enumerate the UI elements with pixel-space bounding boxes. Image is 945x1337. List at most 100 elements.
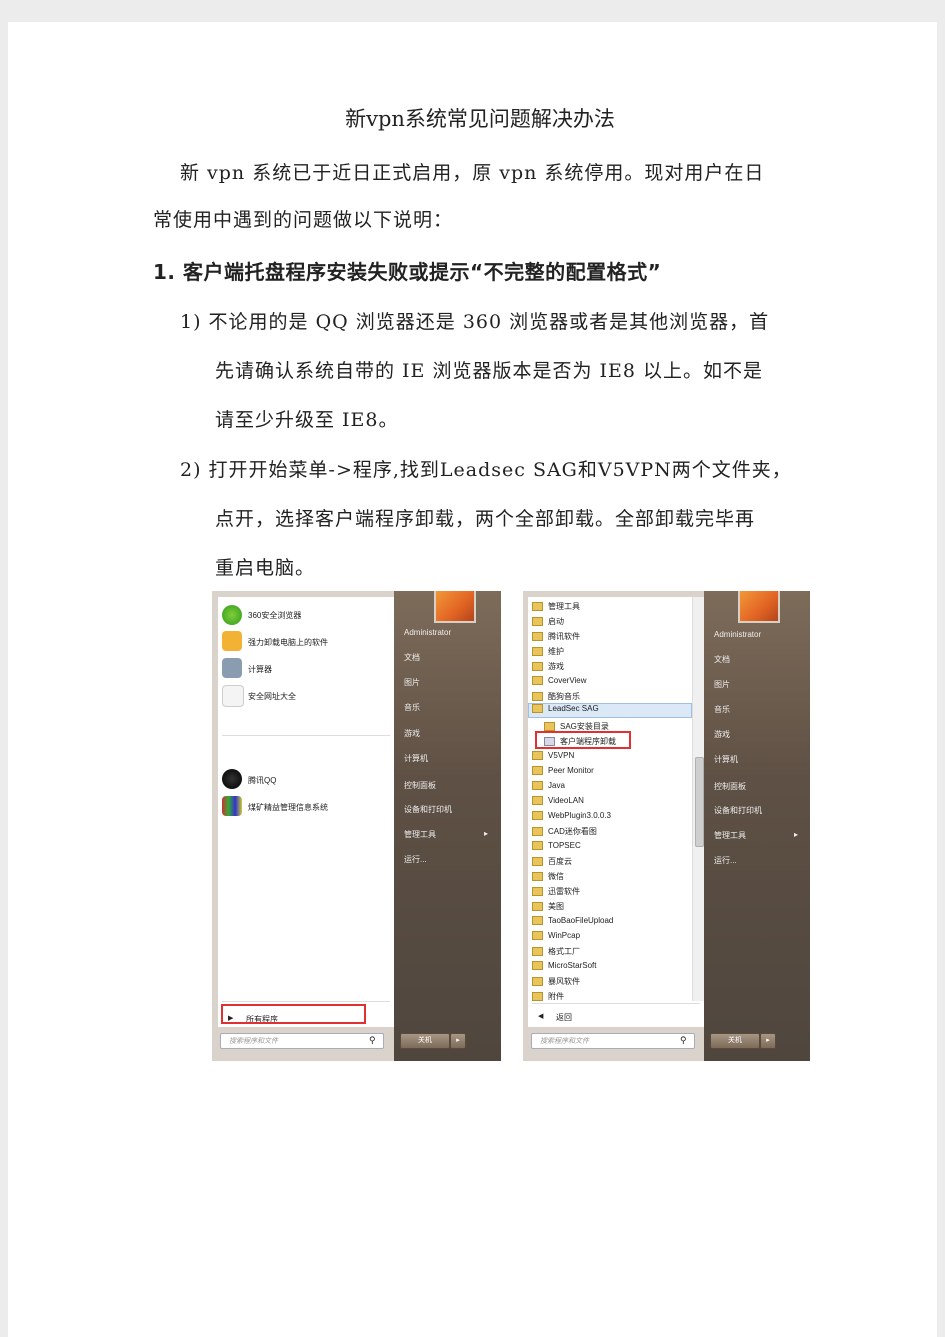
right-item[interactable]: 控制面板 — [714, 781, 746, 792]
folder-item[interactable]: V5VPN — [532, 751, 574, 761]
right-item[interactable]: 运行... — [404, 854, 427, 865]
shutdown-options-icon[interactable]: ▸ — [760, 1033, 776, 1049]
folder-item[interactable]: 酷狗音乐 — [532, 691, 580, 702]
search-input[interactable]: 搜索程序和文件 — [531, 1033, 695, 1049]
right-item[interactable]: 游戏 — [714, 729, 730, 740]
folder-item[interactable]: 腾讯软件 — [532, 631, 580, 642]
folder-icon — [532, 827, 543, 837]
folder-item[interactable]: 格式工厂 — [532, 946, 580, 957]
folder-icon — [532, 947, 543, 957]
right-item[interactable]: 管理工具 — [714, 830, 746, 841]
right-item[interactable]: 管理工具 — [404, 829, 436, 840]
folder-label: 维护 — [548, 647, 564, 656]
chevron-right-icon: ▸ — [484, 829, 489, 838]
folder-item[interactable]: CAD迷你看图 — [532, 826, 597, 837]
program-item[interactable]: 煤矿精益管理信息系统 — [248, 802, 328, 813]
folder-item[interactable]: 附件 — [532, 991, 564, 1002]
right-item[interactable]: 计算机 — [404, 753, 428, 764]
folder-item[interactable]: TaoBaoFileUpload — [532, 916, 613, 926]
program-item[interactable]: 强力卸载电脑上的软件 — [248, 637, 328, 648]
right-item[interactable]: Administrator — [404, 628, 451, 637]
right-item[interactable]: 图片 — [714, 679, 730, 690]
right-item[interactable]: 设备和打印机 — [714, 805, 762, 816]
right-item[interactable]: 图片 — [404, 677, 420, 688]
folder-icon — [532, 796, 543, 806]
user-avatar — [738, 591, 780, 623]
folder-item[interactable]: CoverView — [532, 676, 587, 686]
folder-item-selected[interactable]: LeadSec SAG — [528, 703, 692, 718]
folder-icon — [532, 632, 543, 642]
folder-label: WinPcap — [548, 931, 581, 940]
folder-icon — [532, 857, 543, 867]
step2-line-3: 重启电脑。 — [215, 557, 316, 579]
programs-list-panel: 管理工具 启动 腾讯软件 维护 游戏 CoverView 酷狗音乐 LeadSe… — [528, 597, 704, 1027]
folder-item[interactable]: 游戏 — [532, 661, 564, 672]
program-item[interactable]: 360安全浏览器 — [248, 610, 301, 621]
page-title: 新vpn系统常见问题解决办法 — [345, 107, 615, 131]
folder-icon — [532, 887, 543, 897]
folder-icon — [532, 931, 543, 941]
folder-item[interactable]: TOPSEC — [532, 841, 581, 851]
folder-item[interactable]: VideoLAN — [532, 796, 584, 806]
folder-item[interactable]: 管理工具 — [532, 601, 580, 612]
folder-item[interactable]: Java — [532, 781, 565, 791]
program-item[interactable]: 计算器 — [248, 664, 272, 675]
folder-item[interactable]: 维护 — [532, 646, 564, 657]
right-item[interactable]: 文档 — [714, 654, 730, 665]
folder-label: VideoLAN — [548, 796, 584, 805]
scrollbar[interactable] — [692, 597, 704, 1001]
folder-label: MicroStarSoft — [548, 961, 597, 970]
start-menu-right-panel: Administrator 文档 图片 音乐 游戏 计算机 控制面板 设备和打印… — [394, 591, 501, 1061]
highlight-box — [221, 1004, 366, 1024]
right-item[interactable]: 运行... — [714, 855, 737, 866]
back-button[interactable]: 返回 — [556, 1012, 572, 1023]
qq-icon — [222, 769, 242, 789]
step2-line-1: 2) 打开开始菜单->程序,找到Leadsec SAG和V5VPN两个文件夹， — [180, 459, 792, 481]
folder-icon — [532, 617, 543, 627]
program-item[interactable]: 安全网址大全 — [248, 691, 296, 702]
folder-icon — [532, 781, 543, 791]
folder-label: 暴风软件 — [548, 977, 580, 986]
divider — [222, 735, 390, 736]
folder-icon — [532, 916, 543, 926]
right-item[interactable]: 文档 — [404, 652, 420, 663]
folder-label: 启动 — [548, 617, 564, 626]
right-item[interactable]: 音乐 — [404, 702, 420, 713]
right-item[interactable]: 游戏 — [404, 728, 420, 739]
folder-label: WebPlugin3.0.0.3 — [548, 811, 612, 820]
right-item[interactable]: 音乐 — [714, 704, 730, 715]
shutdown-options-icon[interactable]: ▸ — [450, 1033, 466, 1049]
folder-item[interactable]: 启动 — [532, 616, 564, 627]
section-heading: 1. 客户端托盘程序安装失败或提示“不完整的配置格式” — [153, 260, 662, 284]
folder-item[interactable]: 暴风软件 — [532, 976, 580, 987]
folder-label: 游戏 — [548, 662, 564, 671]
folder-item[interactable]: 百度云 — [532, 856, 572, 867]
shutdown-button[interactable]: 关机 — [400, 1033, 450, 1049]
folder-icon — [532, 662, 543, 672]
scrollbar-thumb[interactable] — [695, 757, 704, 847]
folder-icon — [532, 647, 543, 657]
folder-label: 百度云 — [548, 857, 572, 866]
right-item[interactable]: 控制面板 — [404, 780, 436, 791]
step1-line-2: 先请确认系统自带的 IE 浏览器版本是否为 IE8 以上。如不是 — [215, 360, 763, 382]
shutdown-button[interactable]: 关机 — [710, 1033, 760, 1049]
folder-item[interactable]: MicroStarSoft — [532, 961, 597, 971]
folder-item[interactable]: 迅雷软件 — [532, 886, 580, 897]
program-item[interactable]: 腾讯QQ — [248, 775, 276, 786]
folder-item[interactable]: 微信 — [532, 871, 564, 882]
folder-item[interactable]: Peer Monitor — [532, 766, 594, 776]
intro-line-1: 新 vpn 系统已于近日正式启用，原 vpn 系统停用。现对用户在日 — [180, 162, 765, 184]
right-item[interactable]: 设备和打印机 — [404, 804, 452, 815]
folder-icon — [532, 692, 543, 702]
right-item[interactable]: 计算机 — [714, 754, 738, 765]
folder-label: Java — [548, 781, 565, 790]
folder-item[interactable]: 美图 — [532, 901, 564, 912]
start-menu-left-panel: 360安全浏览器 强力卸载电脑上的软件 计算器 安全网址大全 腾讯QQ 煤矿精益… — [218, 597, 394, 1027]
right-item[interactable]: Administrator — [714, 630, 761, 639]
folder-icon — [532, 766, 543, 776]
folder-item[interactable]: WebPlugin3.0.0.3 — [532, 811, 612, 821]
divider — [222, 1001, 390, 1002]
document-icon — [222, 685, 244, 707]
folder-item[interactable]: WinPcap — [532, 931, 581, 941]
search-input[interactable]: 搜索程序和文件 — [220, 1033, 384, 1049]
